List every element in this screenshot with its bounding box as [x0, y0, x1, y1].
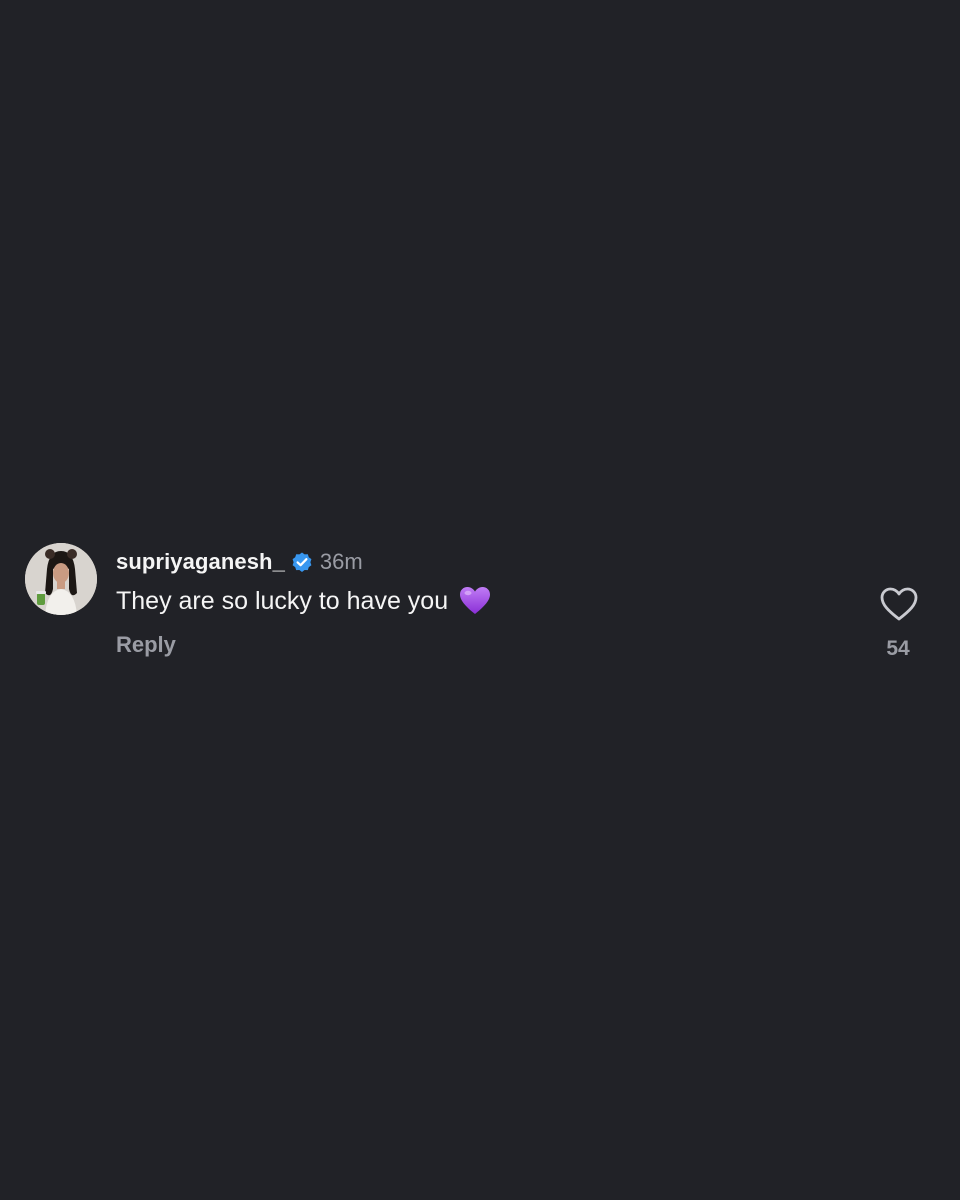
comment-item: supriyaganesh_ 36m They are so lucky to …	[0, 540, 960, 670]
avatar[interactable]	[25, 543, 97, 615]
verified-badge-icon	[290, 550, 314, 574]
heart-outline-icon	[880, 587, 918, 621]
comment-timestamp: 36m	[319, 549, 363, 574]
purple-heart-emoji	[458, 584, 492, 618]
avatar-image	[25, 543, 97, 615]
like-button[interactable]	[879, 585, 919, 623]
comment-text: They are so lucky to have you	[116, 586, 449, 615]
reply-button[interactable]: Reply	[116, 632, 176, 658]
comment-header: supriyaganesh_ 36m	[116, 546, 363, 578]
like-count: 54	[886, 637, 910, 660]
comment-body: They are so lucky to have you	[116, 584, 492, 618]
username-link[interactable]: supriyaganesh_	[116, 549, 285, 575]
